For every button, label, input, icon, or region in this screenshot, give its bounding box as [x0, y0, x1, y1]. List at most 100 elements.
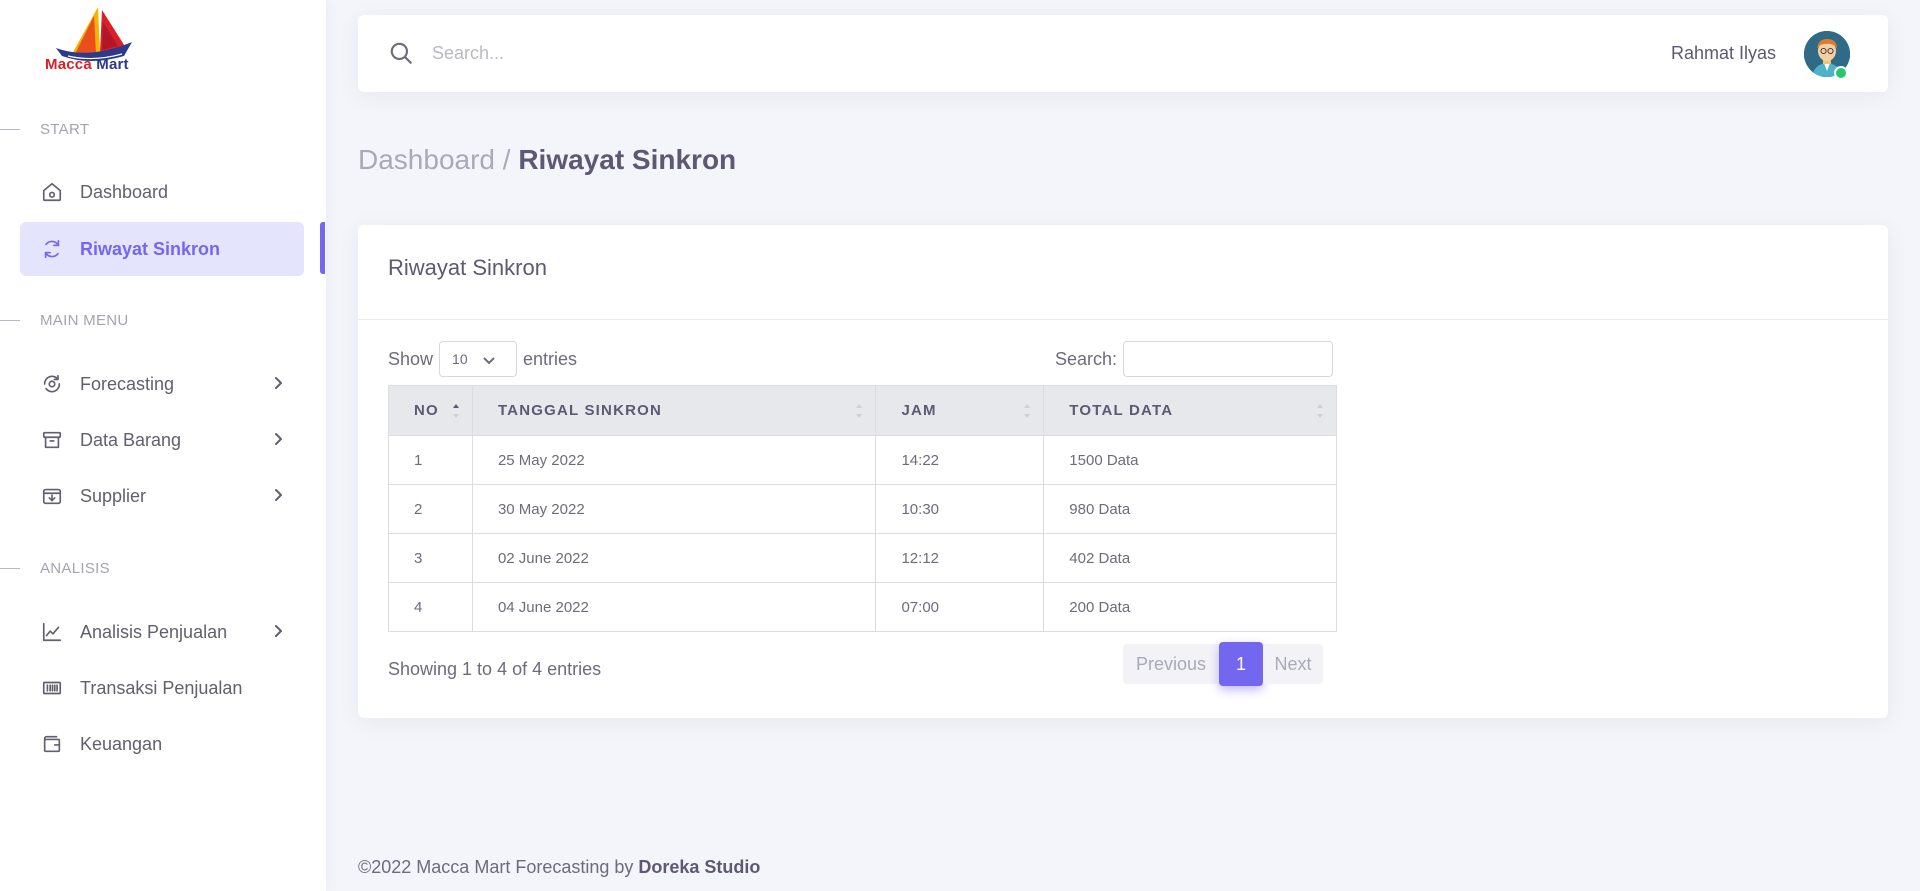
sidebar-item-supplier[interactable]: Supplier	[20, 469, 304, 523]
sidebar-item-label: Analisis Penjualan	[80, 621, 228, 642]
sidebar-item-forecasting[interactable]: Forecasting	[20, 357, 304, 411]
sort-asc-icon	[452, 402, 460, 420]
section-analisis: ANALISIS	[0, 558, 110, 578]
section-label: MAIN MENU	[40, 311, 129, 329]
table-row: 3 02 June 2022 12:12 402 Data	[388, 533, 1337, 583]
sort-icon	[855, 402, 863, 420]
sort-icon	[1316, 402, 1324, 420]
sidebar-item-keuangan[interactable]: Keuangan	[20, 717, 304, 771]
cell-no: 4	[388, 582, 473, 632]
cell-total-data: 402 Data	[1043, 533, 1337, 583]
sidebar-item-label: Transaksi Penjualan	[80, 677, 243, 698]
user-name[interactable]: Rahmat Ilyas	[1671, 43, 1776, 64]
pagination: Previous 1 Next	[1123, 642, 1323, 686]
sidebar-item-label: Forecasting	[80, 373, 175, 394]
previous-page-button[interactable]: Previous	[1123, 644, 1219, 684]
page-length-control: Show 10 entries	[388, 341, 577, 377]
topbar: Rahmat Ilyas	[358, 15, 1888, 92]
sidebar-item-riwayat-sinkron[interactable]: Riwayat Sinkron	[20, 222, 304, 276]
home-icon	[40, 180, 64, 204]
online-status-badge	[1834, 66, 1848, 80]
sidebar: Macca Mart START Dashboard Riwayat Sinkr…	[0, 0, 326, 891]
barcode-icon	[40, 676, 64, 700]
line-chart-icon	[40, 620, 64, 644]
cell-no: 3	[388, 533, 473, 583]
breadcrumb-parent[interactable]: Dashboard	[358, 144, 495, 175]
page-1-button[interactable]: 1	[1219, 642, 1263, 686]
brand-word-2: Mart	[96, 56, 129, 73]
chevron-right-icon	[270, 431, 286, 447]
table-search-input[interactable]	[1123, 341, 1334, 377]
card-title: Riwayat Sinkron	[388, 255, 547, 280]
sort-icon	[1023, 402, 1031, 420]
page-length-select[interactable]: 10	[439, 341, 518, 377]
sidebar-item-label: Riwayat Sinkron	[80, 238, 221, 259]
chevron-right-icon	[270, 623, 286, 639]
next-page-button[interactable]: Next	[1263, 644, 1323, 684]
column-header-jam[interactable]: JAM	[875, 385, 1045, 436]
sailboat-logo-icon	[56, 7, 132, 61]
chevron-right-icon	[270, 375, 286, 391]
brand-name: Macca Mart	[45, 56, 129, 73]
global-search-input[interactable]	[432, 37, 1132, 69]
sync-history-table: NO TANGGAL SINKRON JAM TOTAL DATA 1 25 M…	[388, 385, 1337, 632]
sidebar-item-label: Data Barang	[80, 429, 182, 450]
cell-total-data: 200 Data	[1043, 582, 1337, 632]
table-search-label: Search:	[1055, 348, 1118, 369]
section-dash	[0, 567, 20, 569]
cell-total-data: 1500 Data	[1043, 435, 1337, 485]
sidebar-item-data-barang[interactable]: Data Barang	[20, 413, 304, 467]
column-header-total-data[interactable]: TOTAL DATA	[1043, 385, 1337, 436]
footer: ©2022 Macca Mart Forecasting by Doreka S…	[358, 857, 760, 878]
column-header-label: TANGGAL SINKRON	[497, 402, 663, 419]
sync-icon	[40, 237, 64, 261]
forecast-icon	[40, 372, 64, 396]
cell-tanggal: 25 May 2022	[471, 435, 877, 485]
footer-brand-link[interactable]: Doreka Studio	[638, 857, 760, 877]
sidebar-item-label: Supplier	[80, 485, 147, 506]
page-length-value: 10	[452, 351, 468, 367]
section-label: ANALISIS	[40, 559, 110, 577]
sidebar-item-transaksi-penjualan[interactable]: Transaksi Penjualan	[20, 661, 304, 715]
brand-word-1: Macca	[45, 56, 92, 73]
cell-tanggal: 30 May 2022	[471, 484, 877, 534]
table-row: 1 25 May 2022 14:22 1500 Data	[388, 435, 1337, 485]
footer-text: ©2022 Macca Mart Forecasting by	[358, 857, 639, 877]
cell-tanggal: 04 June 2022	[471, 582, 877, 632]
cell-tanggal: 02 June 2022	[471, 533, 877, 583]
column-header-tanggal-sinkron[interactable]: TANGGAL SINKRON	[471, 385, 877, 436]
sidebar-item-dashboard[interactable]: Dashboard	[20, 165, 304, 219]
box-download-icon	[40, 484, 64, 508]
section-start: START	[0, 119, 89, 139]
section-main-menu: MAIN MENU	[0, 310, 129, 330]
column-header-label: JAM	[901, 402, 937, 419]
sidebar-item-label: Keuangan	[80, 733, 163, 754]
breadcrumb-separator: /	[502, 144, 511, 175]
table-row: 2 30 May 2022 10:30 980 Data	[388, 484, 1337, 534]
cell-jam: 07:00	[875, 582, 1045, 632]
table-search: Search:	[1055, 341, 1334, 377]
cell-jam: 12:12	[875, 533, 1045, 583]
cell-no: 2	[388, 484, 473, 534]
chevron-right-icon	[270, 487, 286, 503]
column-header-label: TOTAL DATA	[1069, 402, 1174, 419]
wallet-icon	[40, 732, 64, 756]
sidebar-item-analisis-penjualan[interactable]: Analisis Penjualan	[20, 605, 304, 659]
section-dash	[0, 319, 20, 321]
show-label: Show	[388, 348, 434, 369]
table-header-row: NO TANGGAL SINKRON JAM TOTAL DATA	[388, 385, 1337, 436]
column-header-no[interactable]: NO	[388, 385, 473, 436]
active-indicator	[320, 222, 325, 274]
cell-total-data: 980 Data	[1043, 484, 1337, 534]
breadcrumb: Dashboard / Riwayat Sinkron	[358, 144, 736, 176]
section-label: START	[40, 120, 90, 138]
card-divider	[358, 319, 1888, 320]
section-dash	[0, 128, 20, 130]
column-header-label: NO	[414, 402, 439, 419]
table-info: Showing 1 to 4 of 4 entries	[388, 659, 602, 679]
sync-history-card: Riwayat Sinkron Show 10 entries Search: …	[358, 225, 1888, 718]
chevron-down-icon	[483, 357, 495, 365]
cell-jam: 10:30	[875, 484, 1045, 534]
breadcrumb-current: Riwayat Sinkron	[518, 144, 737, 175]
search-icon[interactable]	[388, 40, 414, 66]
